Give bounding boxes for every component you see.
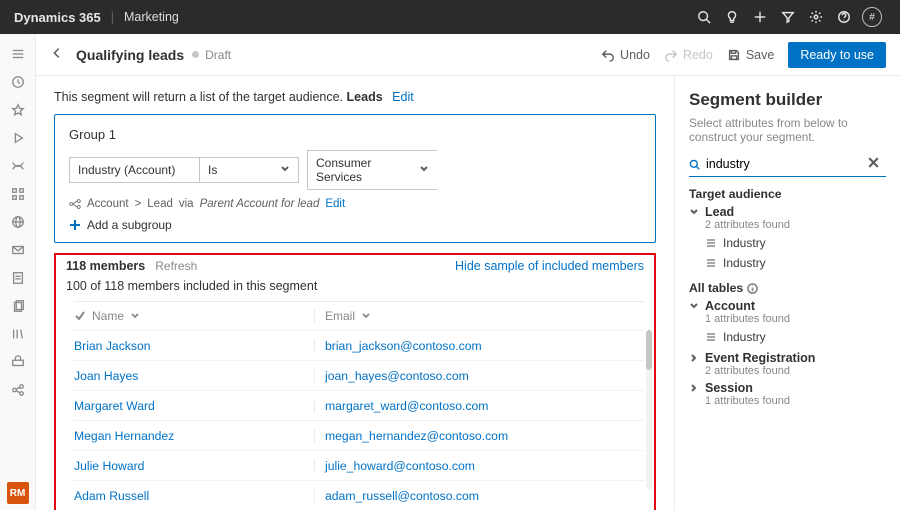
add-icon[interactable] — [746, 0, 774, 34]
nav-misc-icon[interactable] — [0, 348, 36, 376]
nav-hamburger-icon[interactable] — [0, 40, 36, 68]
nav-grid-icon[interactable] — [0, 180, 36, 208]
left-nav-rail: RM — [0, 34, 36, 510]
value-dropdown[interactable]: Consumer Services — [307, 150, 437, 190]
members-table: Name Email Brian Jacksonbrian_jackson@co… — [74, 301, 644, 510]
attributes-count: 1 attributes found — [705, 313, 886, 325]
builder-title: Segment builder — [689, 90, 886, 110]
all-tables-label: All tables — [689, 281, 886, 295]
nav-library-icon[interactable] — [0, 320, 36, 348]
nav-copy-icon[interactable] — [0, 292, 36, 320]
cell-name[interactable]: Megan Hernandez — [74, 429, 314, 443]
table-group-session[interactable]: Session — [689, 381, 886, 395]
search-icon — [689, 158, 700, 171]
operator-dropdown[interactable]: Is — [199, 157, 299, 183]
table-row[interactable]: Megan Hernandezmegan_hernandez@contoso.c… — [74, 420, 644, 450]
table-row[interactable]: Margaret Wardmargaret_ward@contoso.com — [74, 390, 644, 420]
nav-world-icon[interactable] — [0, 208, 36, 236]
table-group-event-registration[interactable]: Event Registration — [689, 351, 886, 365]
command-bar: Qualifying leads Draft Undo Redo Save Re… — [36, 34, 900, 76]
user-avatar[interactable]: # — [858, 0, 886, 34]
builder-subtitle: Select attributes from below to construc… — [689, 116, 886, 144]
table-scrollbar[interactable] — [646, 330, 652, 490]
table-group-account[interactable]: Account — [689, 299, 886, 313]
relationship-path: Account>Lead via Parent Account for lead… — [69, 198, 641, 210]
help-icon[interactable] — [830, 0, 858, 34]
cell-email[interactable]: adam_russell@contoso.com — [314, 489, 644, 503]
group-title: Group 1 — [69, 127, 641, 142]
cell-name[interactable]: Margaret Ward — [74, 399, 314, 413]
info-icon[interactable] — [747, 283, 758, 294]
ready-to-use-button[interactable]: Ready to use — [788, 42, 886, 68]
filter-row: Industry (Account) Is Consumer Services — [69, 150, 641, 190]
attribute-search[interactable] — [689, 154, 886, 177]
canvas: This segment will return a list of the t… — [36, 76, 674, 510]
filter-icon[interactable] — [774, 0, 802, 34]
cell-email[interactable]: megan_hernandez@contoso.com — [314, 429, 644, 443]
cell-name[interactable]: Joan Hayes — [74, 369, 314, 383]
attributes-count: 2 attributes found — [705, 365, 886, 377]
save-button[interactable]: Save — [727, 48, 775, 62]
user-avatar-badge[interactable]: RM — [7, 482, 29, 504]
attributes-count: 2 attributes found — [705, 219, 886, 231]
redo-button: Redo — [664, 48, 713, 62]
attributes-count: 1 attributes found — [705, 395, 886, 407]
back-button[interactable] — [50, 46, 64, 63]
members-count: 118 members — [66, 259, 145, 273]
page-title: Qualifying leads — [76, 47, 184, 63]
attribute-dropdown[interactable]: Industry (Account) — [69, 157, 199, 183]
separator: | — [111, 10, 114, 24]
col-header-name[interactable]: Name — [74, 309, 314, 323]
lightbulb-icon[interactable] — [718, 0, 746, 34]
cell-name[interactable]: Brian Jackson — [74, 339, 314, 353]
attribute-item[interactable]: Industry — [705, 327, 886, 347]
record-status: Draft — [192, 48, 231, 62]
members-preview-panel: 118 members Refresh Hide sample of inclu… — [54, 253, 656, 510]
segment-description: This segment will return a list of the t… — [54, 90, 656, 104]
hide-sample-link[interactable]: Hide sample of included members — [455, 259, 644, 273]
area-name[interactable]: Marketing — [124, 10, 179, 24]
members-summary: 100 of 118 members included in this segm… — [56, 279, 654, 301]
edit-path-link[interactable]: Edit — [325, 198, 345, 210]
cell-email[interactable]: julie_howard@contoso.com — [314, 459, 644, 473]
suite-header: Dynamics 365 | Marketing # — [0, 0, 900, 34]
cell-name[interactable]: Adam Russell — [74, 489, 314, 503]
group-card: Group 1 Industry (Account) Is Consumer S… — [54, 114, 656, 243]
table-row[interactable]: Joan Hayesjoan_hayes@contoso.com — [74, 360, 644, 390]
search-icon[interactable] — [690, 0, 718, 34]
table-group-lead[interactable]: Lead — [689, 205, 886, 219]
table-row[interactable]: Brian Jacksonbrian_jackson@contoso.com — [74, 330, 644, 360]
cell-email[interactable]: brian_jackson@contoso.com — [314, 339, 644, 353]
nav-journeys-icon[interactable] — [0, 152, 36, 180]
edit-entity-link[interactable]: Edit — [392, 90, 414, 104]
app-name: Dynamics 365 — [14, 10, 101, 25]
nav-play-icon[interactable] — [0, 124, 36, 152]
gear-icon[interactable] — [802, 0, 830, 34]
cell-email[interactable]: margaret_ward@contoso.com — [314, 399, 644, 413]
attribute-item[interactable]: Industry — [705, 233, 886, 253]
attribute-search-input[interactable] — [706, 157, 867, 171]
refresh-link[interactable]: Refresh — [155, 259, 197, 273]
undo-button[interactable]: Undo — [601, 48, 650, 62]
cell-name[interactable]: Julie Howard — [74, 459, 314, 473]
attribute-item[interactable]: Industry — [705, 253, 886, 273]
col-header-email[interactable]: Email — [314, 309, 644, 323]
target-audience-label: Target audience — [689, 187, 886, 201]
nav-mail-icon[interactable] — [0, 236, 36, 264]
add-subgroup-button[interactable]: Add a subgroup — [69, 218, 641, 232]
nav-form-icon[interactable] — [0, 264, 36, 292]
segment-builder-pane: Segment builder Select attributes from b… — [674, 76, 900, 510]
nav-pinned-icon[interactable] — [0, 96, 36, 124]
cell-email[interactable]: joan_hayes@contoso.com — [314, 369, 644, 383]
table-row[interactable]: Julie Howardjulie_howard@contoso.com — [74, 450, 644, 480]
table-row[interactable]: Adam Russelladam_russell@contoso.com — [74, 480, 644, 510]
nav-recent-icon[interactable] — [0, 68, 36, 96]
clear-search-icon[interactable] — [867, 156, 886, 172]
nav-share-icon[interactable] — [0, 376, 36, 404]
